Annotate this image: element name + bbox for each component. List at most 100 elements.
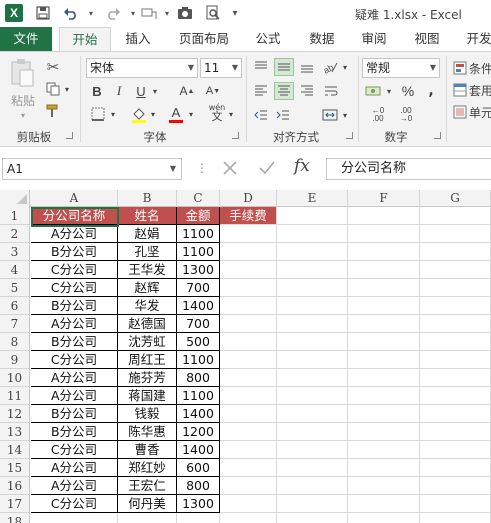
align-right-icon[interactable]: [298, 82, 316, 100]
row-header-15[interactable]: 15: [0, 459, 30, 477]
cell-f9[interactable]: [348, 351, 420, 369]
cell-b6[interactable]: 华发: [118, 297, 177, 315]
cell-f11[interactable]: [348, 387, 420, 405]
cell-a18[interactable]: [31, 513, 118, 523]
cell-f14[interactable]: [348, 441, 420, 459]
row-header-17[interactable]: 17: [0, 495, 30, 513]
increase-font-icon[interactable]: A ▲: [178, 83, 196, 99]
cell-b11[interactable]: 蒋国建: [118, 387, 177, 405]
clipboard-launcher-icon[interactable]: [66, 132, 73, 139]
cell-d3[interactable]: [220, 243, 277, 261]
underline-dropdown-icon[interactable]: ▾: [150, 83, 160, 99]
tab-page-layout[interactable]: 页面布局: [172, 27, 236, 51]
tab-view[interactable]: 视图: [405, 27, 449, 51]
cell-f17[interactable]: [348, 495, 420, 513]
number-format-select[interactable]: 常规 ▼: [362, 58, 440, 78]
print-preview-icon[interactable]: [204, 4, 222, 22]
cell-d13[interactable]: [220, 423, 277, 441]
cell-b10[interactable]: 施芬芳: [118, 369, 177, 387]
cell-c18[interactable]: [177, 513, 220, 523]
cell-a7[interactable]: A分公司: [31, 315, 118, 333]
cell-b8[interactable]: 沈芳虹: [118, 333, 177, 351]
row-header-11[interactable]: 11: [0, 387, 30, 405]
cell-a11[interactable]: A分公司: [31, 387, 118, 405]
format-as-table-label[interactable]: 套用: [469, 82, 491, 98]
cell-b17[interactable]: 何丹美: [118, 495, 177, 513]
cell-b3[interactable]: 孔坚: [118, 243, 177, 261]
cell-g14[interactable]: [420, 441, 491, 459]
fill-color-dropdown-icon[interactable]: ▾: [148, 106, 158, 122]
alignment-launcher-icon[interactable]: [346, 132, 353, 139]
cell-g1[interactable]: [420, 207, 491, 225]
cell-d8[interactable]: [220, 333, 277, 351]
cell-d1[interactable]: 手续费: [220, 207, 277, 225]
confirm-formula-icon[interactable]: [258, 160, 276, 180]
cell-f4[interactable]: [348, 261, 420, 279]
column-header-e[interactable]: E: [277, 190, 348, 207]
cell-c16[interactable]: 800: [177, 477, 220, 495]
cell-c7[interactable]: 700: [177, 315, 220, 333]
cell-f1[interactable]: [348, 207, 420, 225]
number-launcher-icon[interactable]: [434, 132, 441, 139]
align-bottom-icon[interactable]: [298, 58, 316, 76]
cell-d11[interactable]: [220, 387, 277, 405]
tab-home[interactable]: 开始: [59, 27, 111, 52]
format-as-table-icon[interactable]: [452, 82, 468, 98]
merge-dropdown-icon[interactable]: ▾: [340, 108, 350, 122]
cell-d14[interactable]: [220, 441, 277, 459]
cell-b9[interactable]: 周红王: [118, 351, 177, 369]
cell-a4[interactable]: C分公司: [31, 261, 118, 279]
paste-icon[interactable]: [8, 58, 36, 88]
cell-a5[interactable]: C分公司: [31, 279, 118, 297]
border-dropdown-icon[interactable]: ▾: [108, 106, 118, 122]
cell-g8[interactable]: [420, 333, 491, 351]
conditional-format-label[interactable]: 条件: [469, 60, 491, 76]
cell-f7[interactable]: [348, 315, 420, 333]
font-size-select[interactable]: 11 ▼: [200, 58, 242, 78]
cell-d2[interactable]: [220, 225, 277, 243]
cell-e5[interactable]: [277, 279, 348, 297]
row-header-7[interactable]: 7: [0, 315, 30, 333]
name-box[interactable]: A1 ▼: [2, 158, 182, 180]
cell-e15[interactable]: [277, 459, 348, 477]
font-name-select[interactable]: 宋体 ▼: [86, 58, 198, 78]
font-color-dropdown-icon[interactable]: ▾: [186, 106, 196, 122]
column-header-a[interactable]: A: [31, 190, 118, 207]
row-header-6[interactable]: 6: [0, 297, 30, 315]
cell-c14[interactable]: 1400: [177, 441, 220, 459]
cell-b13[interactable]: 陈华惠: [118, 423, 177, 441]
row-header-13[interactable]: 13: [0, 423, 30, 441]
comma-style-icon[interactable]: ,: [424, 82, 438, 100]
cell-g16[interactable]: [420, 477, 491, 495]
align-middle-icon[interactable]: [274, 58, 294, 76]
cell-b7[interactable]: 赵德国: [118, 315, 177, 333]
paste-dropdown-icon[interactable]: ▾: [16, 110, 30, 120]
orientation-icon[interactable]: ab: [320, 58, 340, 76]
cell-g7[interactable]: [420, 315, 491, 333]
cell-f12[interactable]: [348, 405, 420, 423]
tab-review[interactable]: 审阅: [352, 27, 396, 51]
cell-d15[interactable]: [220, 459, 277, 477]
row-header-10[interactable]: 10: [0, 369, 30, 387]
row-header-12[interactable]: 12: [0, 405, 30, 423]
tab-file[interactable]: 文件: [0, 27, 52, 51]
cell-a3[interactable]: B分公司: [31, 243, 118, 261]
cell-c4[interactable]: 1300: [177, 261, 220, 279]
cell-f3[interactable]: [348, 243, 420, 261]
cell-g10[interactable]: [420, 369, 491, 387]
column-header-c[interactable]: C: [177, 190, 220, 207]
cell-f16[interactable]: [348, 477, 420, 495]
cell-f6[interactable]: [348, 297, 420, 315]
cell-c12[interactable]: 1400: [177, 405, 220, 423]
paste-button-label[interactable]: 粘贴: [6, 92, 40, 108]
increase-indent-icon[interactable]: [274, 106, 292, 124]
cell-c5[interactable]: 700: [177, 279, 220, 297]
decrease-decimal-icon[interactable]: .00 →0: [394, 106, 418, 124]
phonetic-dropdown-icon[interactable]: ▾: [226, 106, 236, 122]
column-header-b[interactable]: B: [118, 190, 177, 207]
cell-a10[interactable]: A分公司: [31, 369, 118, 387]
cell-a13[interactable]: B分公司: [31, 423, 118, 441]
cell-a14[interactable]: C分公司: [31, 441, 118, 459]
formula-input[interactable]: 分公司名称: [326, 158, 491, 180]
cell-g2[interactable]: [420, 225, 491, 243]
